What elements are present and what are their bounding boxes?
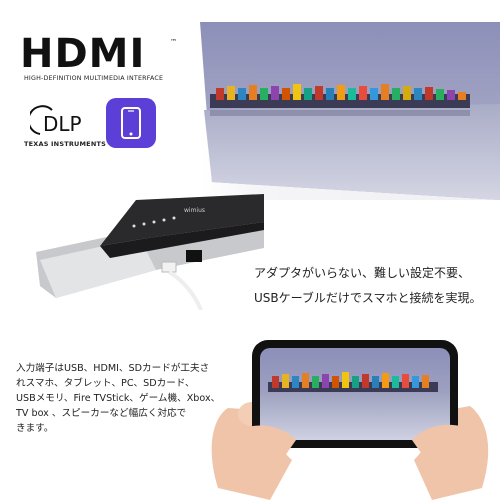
headline-line-1: アダプタがいらない、難しい設定不要、: [254, 266, 471, 280]
description-line: きます。: [16, 423, 54, 434]
smartphone-icon: [121, 107, 141, 139]
hdmi-subtitle: HIGH-DEFINITION MULTIMEDIA INTERFACE: [24, 75, 164, 82]
projected-image: [200, 22, 500, 200]
smartphone-app-icon: [106, 98, 156, 148]
description-line: USBメモリ、Fire TVStick、ゲーム機、Xbox、: [16, 393, 221, 404]
headline-line-2: USBケーブルだけでスマホと接続を実現。: [254, 291, 482, 305]
hdmi-logo: HDMI: [20, 31, 146, 77]
description-line: 入力端子はUSB、HDMI、SDカードが工夫さ: [16, 363, 210, 374]
dlp-logo: DLP: [30, 105, 82, 136]
description-line: TV box 、スピーカーなど幅広く対応で: [16, 408, 187, 419]
dlp-logo-text: DLP: [43, 112, 82, 136]
projector-device: wimius: [36, 194, 264, 310]
dlp-subtitle: TEXAS INSTRUMENTS: [24, 140, 106, 148]
description-line: れスマホ、タブレット、PC、SDカード、: [16, 378, 195, 389]
phone-in-hands: [211, 340, 489, 500]
device-brand: wimius: [184, 207, 205, 214]
hdmi-trademark: ™: [170, 38, 177, 46]
